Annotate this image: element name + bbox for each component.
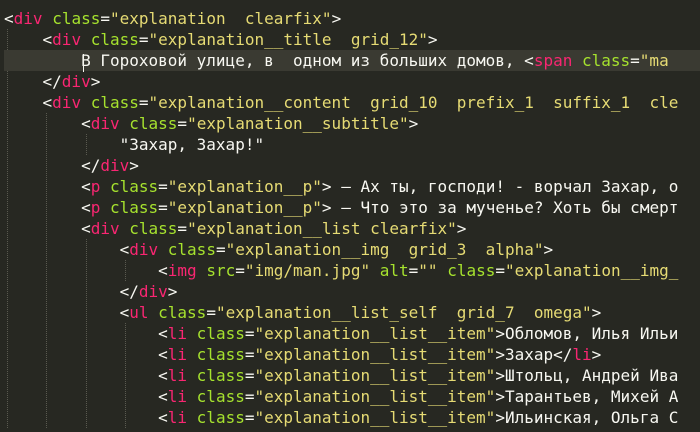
- code-line[interactable]: <ul class="explanation__list_self grid_7…: [4, 302, 602, 323]
- code-line[interactable]: <li class="explanation__list__item">Заха…: [4, 344, 601, 365]
- code-line[interactable]: <div class="explanation__img grid_3 alph…: [4, 239, 554, 260]
- code-line[interactable]: В Гороховой улице, в одном из больших до…: [4, 50, 700, 71]
- code-line[interactable]: <img src="img/man.jpg" alt="" class="exp…: [4, 260, 678, 281]
- code-line[interactable]: <li class="explanation__list__item">Штол…: [4, 365, 678, 386]
- code-line[interactable]: "Захар, Захар!": [4, 134, 265, 155]
- code-line[interactable]: <p class="explanation__p"> — Что это за …: [4, 197, 678, 218]
- code-line[interactable]: <div class="explanation__subtitle">: [4, 113, 418, 134]
- code-line[interactable]: <div class="explanation clearfix">: [4, 8, 341, 29]
- code-line[interactable]: <li class="explanation__list__item">Тара…: [4, 386, 678, 407]
- code-line[interactable]: </div>: [4, 281, 178, 302]
- code-line[interactable]: </div>: [4, 71, 101, 92]
- code-line[interactable]: <p class="explanation__p"> — Ах ты, госп…: [4, 176, 678, 197]
- code-line[interactable]: <li class="explanation__list__item">Обло…: [4, 323, 678, 344]
- code-line[interactable]: <div class="explanation__content grid_10…: [4, 92, 679, 113]
- code-line[interactable]: </div>: [4, 155, 139, 176]
- code-line[interactable]: <div class="explanation__list clearfix">: [4, 218, 466, 239]
- text-cursor: [83, 54, 84, 72]
- code-line[interactable]: <li class="explanation__list__item">Ильи…: [4, 407, 678, 428]
- code-line[interactable]: <div class="explanation__title grid_12">: [4, 29, 438, 50]
- code-editor[interactable]: <div class="explanation clearfix"> <div …: [0, 0, 700, 432]
